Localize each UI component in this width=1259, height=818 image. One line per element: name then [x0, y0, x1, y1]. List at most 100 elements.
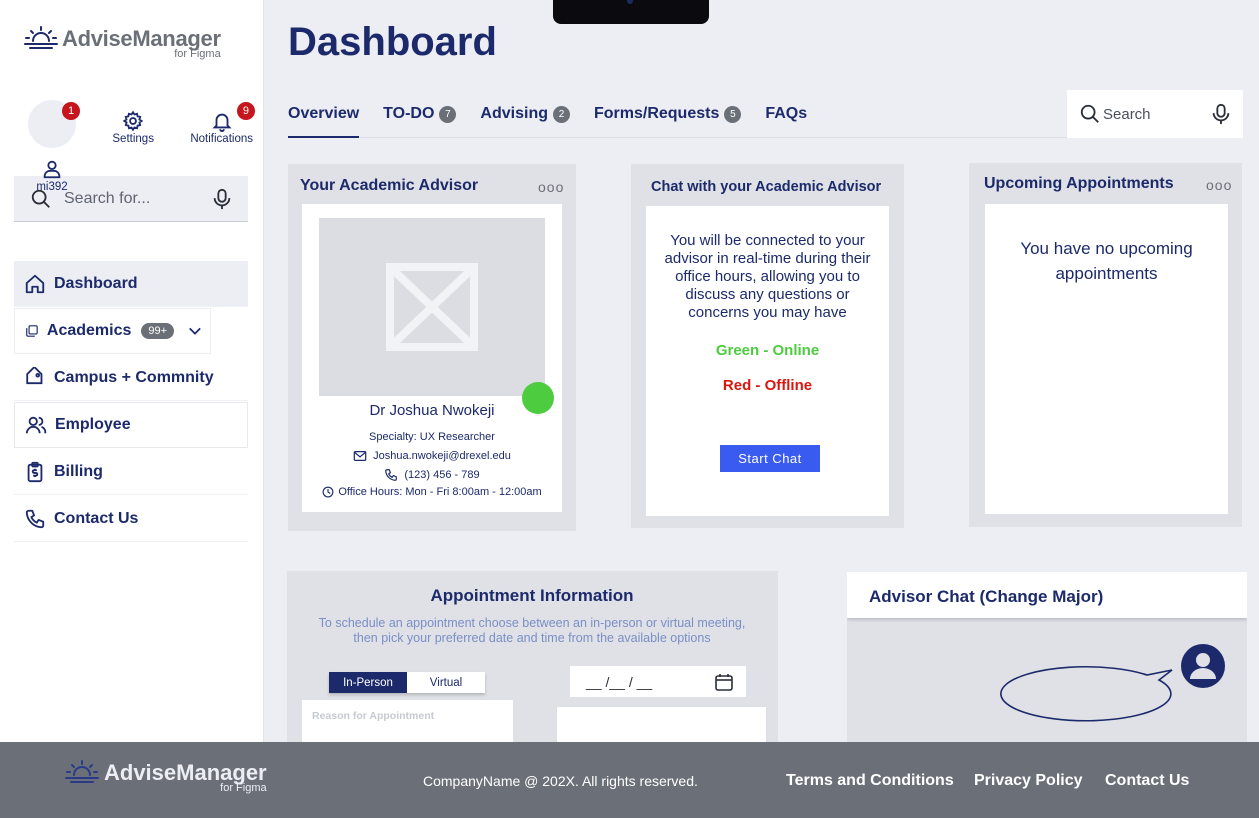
sunrise-logo-icon — [65, 760, 99, 783]
microphone-icon[interactable] — [212, 188, 232, 210]
no-appointments-message: You have no upcoming appointments — [1020, 239, 1193, 283]
meeting-type-toggle: In-Person Virtual — [329, 672, 485, 693]
microphone-icon[interactable] — [1211, 103, 1231, 125]
chevron-down-icon[interactable] — [188, 320, 202, 342]
sidebar-item-label: Contact Us — [54, 509, 139, 527]
offline-legend: Red - Offline — [722, 377, 813, 394]
tab-overview[interactable]: Overview — [288, 100, 360, 138]
appointment-info-title: Appointment Information — [430, 586, 634, 605]
page-title: Dashboard — [288, 20, 497, 64]
upcoming-appointments-card: Upcoming Appointments ooo You have no up… — [969, 163, 1242, 527]
phone-icon — [385, 469, 398, 481]
time-slot-list[interactable] — [556, 706, 767, 742]
sidebar-item-billing[interactable]: Billing — [14, 449, 248, 495]
profile-badge: 1 — [62, 102, 80, 120]
in-person-option[interactable]: In-Person — [329, 672, 407, 693]
image-placeholder-icon — [386, 263, 478, 351]
advisor-card-title: Your Academic Advisor — [300, 177, 479, 194]
start-chat-button[interactable]: Start Chat — [720, 445, 820, 472]
sunrise-logo-icon — [24, 26, 58, 49]
tab-label: Forms/Requests — [593, 105, 720, 122]
advisor-office-hours: Office Hours: Mon - Fri 8:00am - 12:00am — [302, 486, 562, 498]
appointments-card-body: You have no upcoming appointments — [985, 204, 1228, 514]
mail-icon — [353, 451, 367, 461]
tab-label: Advising — [480, 105, 548, 122]
contact-link[interactable]: Contact Us — [1105, 772, 1189, 790]
advisor-email[interactable]: Joshua.nwokeji@drexel.edu — [302, 449, 562, 463]
notifications-label: Notifications — [190, 133, 253, 145]
home-icon — [25, 274, 45, 293]
tab-faqs[interactable]: FAQs — [765, 100, 807, 138]
chat-card-title: Chat with your Academic Advisor — [651, 179, 882, 195]
tab-todo[interactable]: TO-DO 7 — [383, 100, 457, 138]
tab-label: FAQs — [765, 105, 808, 122]
advisor-email-text: Joshua.nwokeji@drexel.edu — [373, 450, 511, 462]
sidebar-item-label: Employee — [55, 416, 131, 433]
academics-badge: 99+ — [141, 323, 175, 339]
sidebar-item-employee[interactable]: Employee — [14, 402, 248, 448]
footer: AdviseManager for Figma CompanyName @ 20… — [0, 742, 1259, 818]
reason-for-appointment-field[interactable]: Reason for Appointment — [302, 700, 513, 742]
terms-link[interactable]: Terms and Conditions — [786, 772, 954, 790]
advisor-name: Dr Joshua Nwokeji — [369, 402, 495, 419]
top-search-input[interactable]: Search — [1103, 106, 1211, 123]
settings-label: Settings — [112, 133, 154, 145]
appointment-info-description: To schedule an appointment choose betwee… — [318, 616, 746, 645]
more-options-icon[interactable]: ooo — [538, 179, 564, 195]
more-options-icon[interactable]: ooo — [1206, 177, 1232, 193]
app-logo[interactable]: AdviseManager for Figma — [24, 26, 221, 60]
sidebar-item-campus[interactable]: Campus + Commnity — [14, 355, 248, 401]
bell-icon — [212, 113, 232, 132]
sidebar-search-input[interactable]: Search for... — [64, 190, 212, 208]
sidebar-item-academics[interactable]: Academics 99+ — [14, 308, 211, 354]
office-hours-text: Office Hours: Mon - Fri 8:00am - 12:00am — [338, 486, 542, 498]
clock-icon — [322, 486, 334, 498]
calendar-icon[interactable] — [714, 672, 734, 692]
sidebar: AdviseManager for Figma 1 mi392 Settings… — [0, 0, 264, 742]
search-icon — [1080, 104, 1099, 123]
tab-count-badge: 5 — [724, 106, 742, 123]
footer-logo[interactable]: AdviseManager for Figma — [64, 760, 267, 794]
user-icon — [43, 160, 61, 179]
date-picker-field[interactable]: __ /__ / __ — [570, 666, 746, 697]
sidebar-item-label: Dashboard — [54, 274, 138, 292]
top-search[interactable]: Search — [1067, 90, 1243, 138]
advisor-photo-placeholder — [319, 218, 545, 396]
speech-bubble-icon — [1000, 665, 1173, 722]
sidebar-nav: Dashboard Academics 99+ Campus + Commnit… — [14, 261, 248, 543]
chat-card-body: You will be connected to your advisor in… — [646, 206, 889, 516]
privacy-link[interactable]: Privacy Policy — [974, 772, 1083, 790]
sidebar-item-label: Campus + Commnity — [54, 368, 214, 386]
profile-label: mi392 — [36, 181, 68, 193]
user-avatar-icon — [1181, 644, 1225, 688]
appointments-card-title: Upcoming Appointments — [984, 175, 1174, 192]
advisor-specialty: Specialty: UX Researcher — [369, 431, 495, 443]
users-icon — [25, 416, 47, 434]
advisor-phone[interactable]: (123) 456 - 789 — [302, 468, 562, 482]
chat-description: You will be connected to your advisor in… — [664, 232, 871, 321]
virtual-option[interactable]: Virtual — [407, 672, 485, 693]
date-input[interactable]: __ /__ / __ — [586, 674, 714, 690]
sidebar-item-dashboard[interactable]: Dashboard — [14, 261, 248, 307]
advisor-chat-panel: Advisor Chat (Change Major) — [847, 572, 1247, 742]
camera-notch — [553, 0, 709, 24]
tag-icon — [26, 366, 43, 384]
sidebar-item-label: Billing — [54, 462, 103, 480]
notifications-badge: 9 — [236, 102, 255, 120]
tab-label: Overview — [288, 105, 360, 122]
stack-icon — [26, 325, 38, 337]
advisor-profile: Dr Joshua Nwokeji Specialty: UX Research… — [302, 204, 562, 512]
tab-count-badge: 2 — [552, 106, 570, 123]
tab-forms-requests[interactable]: Forms/Requests 5 — [593, 100, 742, 138]
sidebar-item-contact[interactable]: Contact Us — [14, 496, 248, 542]
phone-icon — [25, 509, 45, 528]
online-legend: Green - Online — [715, 342, 820, 359]
tab-advising[interactable]: Advising 2 — [480, 100, 570, 138]
chat-advisor-card: Chat with your Academic Advisor You will… — [631, 164, 904, 528]
appointment-information-card: Appointment Information To schedule an a… — [287, 571, 778, 742]
gear-icon — [122, 110, 144, 132]
advisor-chat-title: Advisor Chat (Change Major) — [869, 587, 1104, 606]
advisor-phone-text: (123) 456 - 789 — [404, 469, 480, 481]
copyright-text: CompanyName @ 202X. All rights reserved. — [423, 773, 698, 789]
advisor-card: Your Academic Advisor ooo Dr Joshua Nwok… — [288, 164, 576, 531]
